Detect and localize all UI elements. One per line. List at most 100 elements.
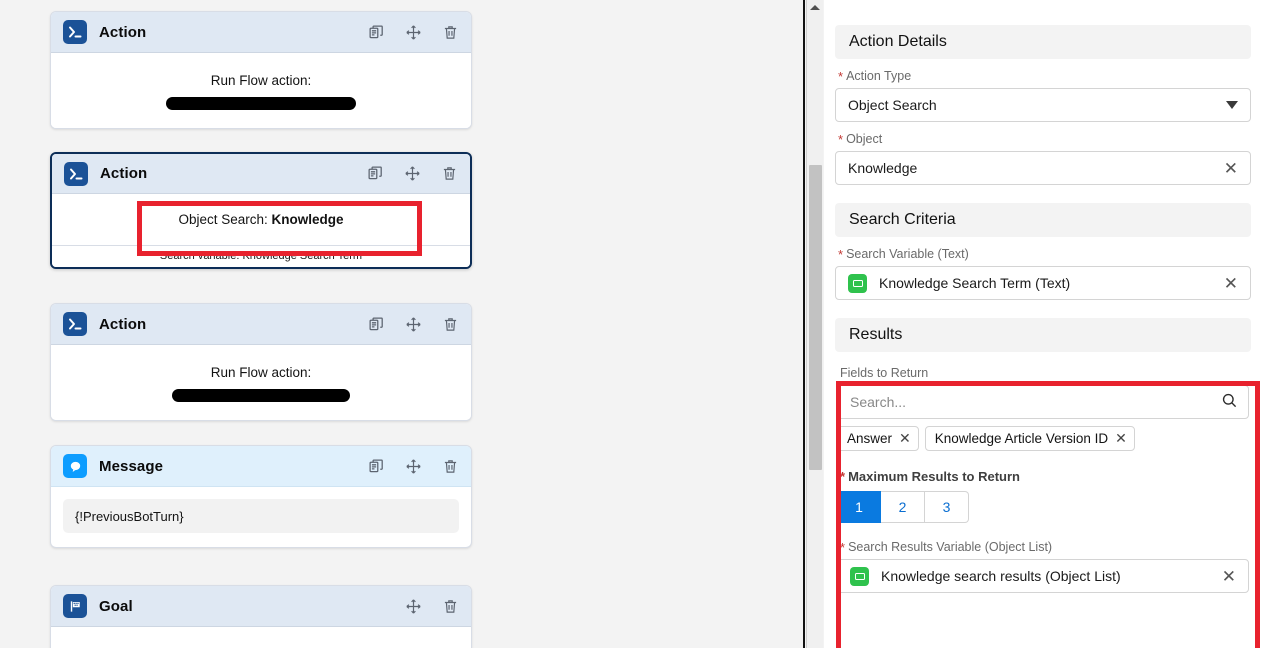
remove-field-icon[interactable]: ✕ xyxy=(899,430,911,447)
card-title: Action xyxy=(99,315,147,333)
field-pill[interactable]: Knowledge Article Version ID ✕ xyxy=(924,426,1135,451)
search-variable-label: * Search Variable (Text) xyxy=(838,246,969,262)
search-icon[interactable] xyxy=(1221,392,1238,412)
duplicate-icon[interactable] xyxy=(367,165,384,182)
field-pill-label: Knowledge Article Version ID xyxy=(934,431,1109,446)
max-results-option-1[interactable]: 1 xyxy=(837,491,881,523)
card-body: Object Search: Knowledge xyxy=(52,194,470,245)
duplicate-icon[interactable] xyxy=(368,316,385,333)
chat-bubble-icon xyxy=(63,454,87,478)
message-text-field[interactable]: {!PreviousBotTurn} xyxy=(63,499,459,533)
required-asterisk: * xyxy=(840,539,846,555)
goal-card-body xyxy=(51,627,471,648)
redacted-text-bar xyxy=(172,389,350,402)
card-body-text: Run Flow action: xyxy=(210,73,312,88)
move-icon[interactable] xyxy=(405,458,422,475)
redacted-text-bar xyxy=(166,97,356,110)
pane-divider xyxy=(803,0,805,648)
move-icon[interactable] xyxy=(405,316,422,333)
delete-icon[interactable] xyxy=(442,316,459,333)
max-results-option-3[interactable]: 3 xyxy=(925,491,969,523)
card-title: Action xyxy=(99,23,147,41)
card-title: Goal xyxy=(99,597,133,615)
card-header: Action xyxy=(51,304,471,345)
card-header: Goal xyxy=(51,586,471,627)
max-results-option-2[interactable]: 2 xyxy=(881,491,925,523)
goal-card[interactable]: Goal xyxy=(50,585,472,648)
clear-search-results-variable-icon[interactable]: ✕ xyxy=(1220,568,1238,585)
card-header-actions xyxy=(368,458,459,475)
maximum-results-segmented-control: 1 2 3 xyxy=(837,491,1249,523)
search-results-variable-value: Knowledge search results (Object List) xyxy=(881,568,1121,584)
fields-to-return-pills: Answer ✕ Knowledge Article Version ID ✕ xyxy=(837,426,1249,451)
card-title: Message xyxy=(99,457,164,475)
search-results-variable-field[interactable]: Knowledge search results (Object List) ✕ xyxy=(837,559,1249,593)
flag-icon xyxy=(63,594,87,618)
fields-search-placeholder: Search... xyxy=(850,394,907,410)
terminal-icon xyxy=(63,20,87,44)
delete-icon[interactable] xyxy=(442,598,459,615)
object-field[interactable]: Knowledge ✕ xyxy=(835,151,1251,185)
required-asterisk: * xyxy=(838,68,844,84)
field-pill-label: Answer xyxy=(847,431,893,446)
terminal-icon xyxy=(64,161,88,186)
action-type-label: * Action Type xyxy=(838,68,912,84)
card-header-actions xyxy=(367,165,458,182)
move-icon[interactable] xyxy=(405,598,422,615)
action-card-3[interactable]: Action Run Flow action: xyxy=(50,303,472,421)
fields-to-return-label: Fields to Return xyxy=(840,366,929,380)
field-pill[interactable]: Answer ✕ xyxy=(837,426,919,451)
required-asterisk: * xyxy=(840,469,846,484)
card-header-actions xyxy=(368,316,459,333)
delete-icon[interactable] xyxy=(441,165,458,182)
search-variable-field[interactable]: Knowledge Search Term (Text) ✕ xyxy=(835,266,1251,300)
action-type-value: Object Search xyxy=(848,97,937,113)
object-search-editor: Action Run Flow action: Action Object Se… xyxy=(0,0,1262,648)
object-label: * Object xyxy=(838,131,883,147)
card-header: Action xyxy=(52,154,470,194)
action-type-select[interactable]: Object Search xyxy=(835,88,1251,122)
card-subtext: Search variable: Knowledge Search Term xyxy=(52,245,470,267)
action-details-header: Action Details xyxy=(835,25,1251,59)
maximum-results-label: * Maximum Results to Return xyxy=(840,469,1020,484)
move-icon[interactable] xyxy=(404,165,421,182)
delete-icon[interactable] xyxy=(442,24,459,41)
search-results-variable-label: * Search Results Variable (Object List) xyxy=(840,539,1053,555)
search-criteria-header: Search Criteria xyxy=(835,203,1251,237)
clear-search-variable-icon[interactable]: ✕ xyxy=(1222,275,1240,292)
required-asterisk: * xyxy=(838,246,844,262)
card-body: Run Flow action: xyxy=(51,345,471,420)
move-icon[interactable] xyxy=(405,24,422,41)
action-card-2-selected[interactable]: Action Object Search: Knowledge Search v… xyxy=(50,152,472,269)
required-asterisk: * xyxy=(838,131,844,147)
delete-icon[interactable] xyxy=(442,458,459,475)
canvas-scrollbar[interactable] xyxy=(806,0,823,648)
card-header: Action xyxy=(51,12,471,53)
clear-object-icon[interactable]: ✕ xyxy=(1222,160,1240,177)
action-card-1[interactable]: Action Run Flow action: xyxy=(50,11,472,129)
variable-icon xyxy=(850,566,869,586)
card-body-object-name: Knowledge xyxy=(271,212,344,227)
card-header-actions xyxy=(368,24,459,41)
scroll-up-arrow-icon[interactable] xyxy=(810,5,820,10)
card-header: Message xyxy=(51,446,471,487)
scrollbar-thumb[interactable] xyxy=(809,165,822,470)
fields-to-return-search-input[interactable]: Search... xyxy=(837,385,1249,419)
results-header: Results xyxy=(835,318,1251,352)
dialog-canvas: Action Run Flow action: Action Object Se… xyxy=(0,0,806,648)
duplicate-icon[interactable] xyxy=(368,458,385,475)
results-section: Fields to Return Search... Answer ✕ Know… xyxy=(835,366,1251,593)
search-variable-value: Knowledge Search Term (Text) xyxy=(879,275,1071,291)
message-card[interactable]: Message {!PreviousBotTurn} xyxy=(50,445,472,548)
terminal-icon xyxy=(63,312,87,336)
card-body: Run Flow action: xyxy=(51,53,471,128)
action-details-panel: Action Details * Action Type Object Sear… xyxy=(824,0,1262,648)
chevron-down-icon[interactable] xyxy=(1226,101,1238,109)
card-body-text: Run Flow action: xyxy=(210,365,312,380)
card-header-actions xyxy=(405,598,459,615)
object-value: Knowledge xyxy=(848,160,918,176)
variable-icon xyxy=(848,273,867,293)
duplicate-icon[interactable] xyxy=(368,24,385,41)
card-body-text: Object Search: Knowledge xyxy=(178,212,344,227)
remove-field-icon[interactable]: ✕ xyxy=(1115,430,1127,447)
